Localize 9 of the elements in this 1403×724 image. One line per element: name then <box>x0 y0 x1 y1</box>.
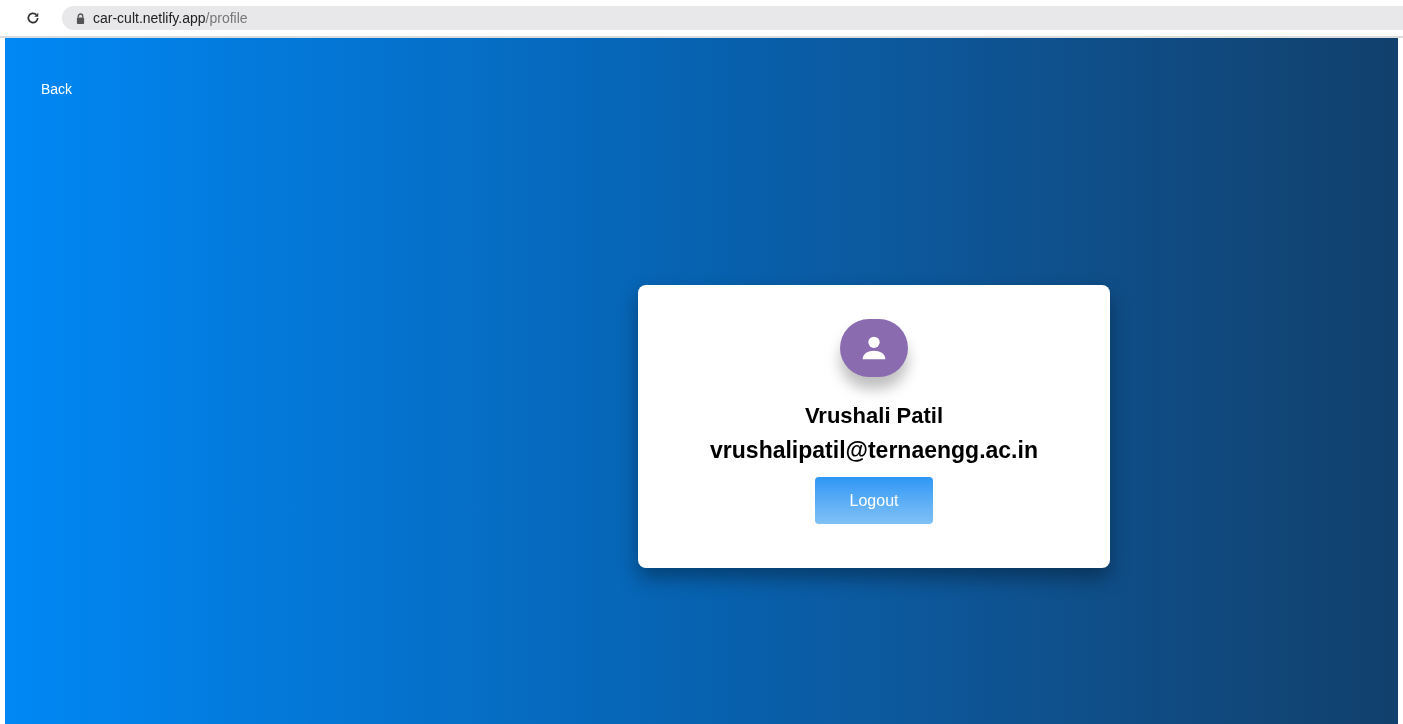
user-email: vrushalipatil@ternaengg.ac.in <box>710 436 1038 465</box>
logout-button[interactable]: Logout <box>815 477 933 524</box>
reload-icon[interactable] <box>26 11 40 25</box>
lock-icon <box>76 12 85 24</box>
avatar-icon <box>840 319 908 377</box>
back-link[interactable]: Back <box>41 79 73 100</box>
url-text: car-cult.netlify.app/profile <box>93 8 248 28</box>
address-bar[interactable]: car-cult.netlify.app/profile <box>62 6 1403 30</box>
user-name: Vrushali Patil <box>804 402 944 430</box>
